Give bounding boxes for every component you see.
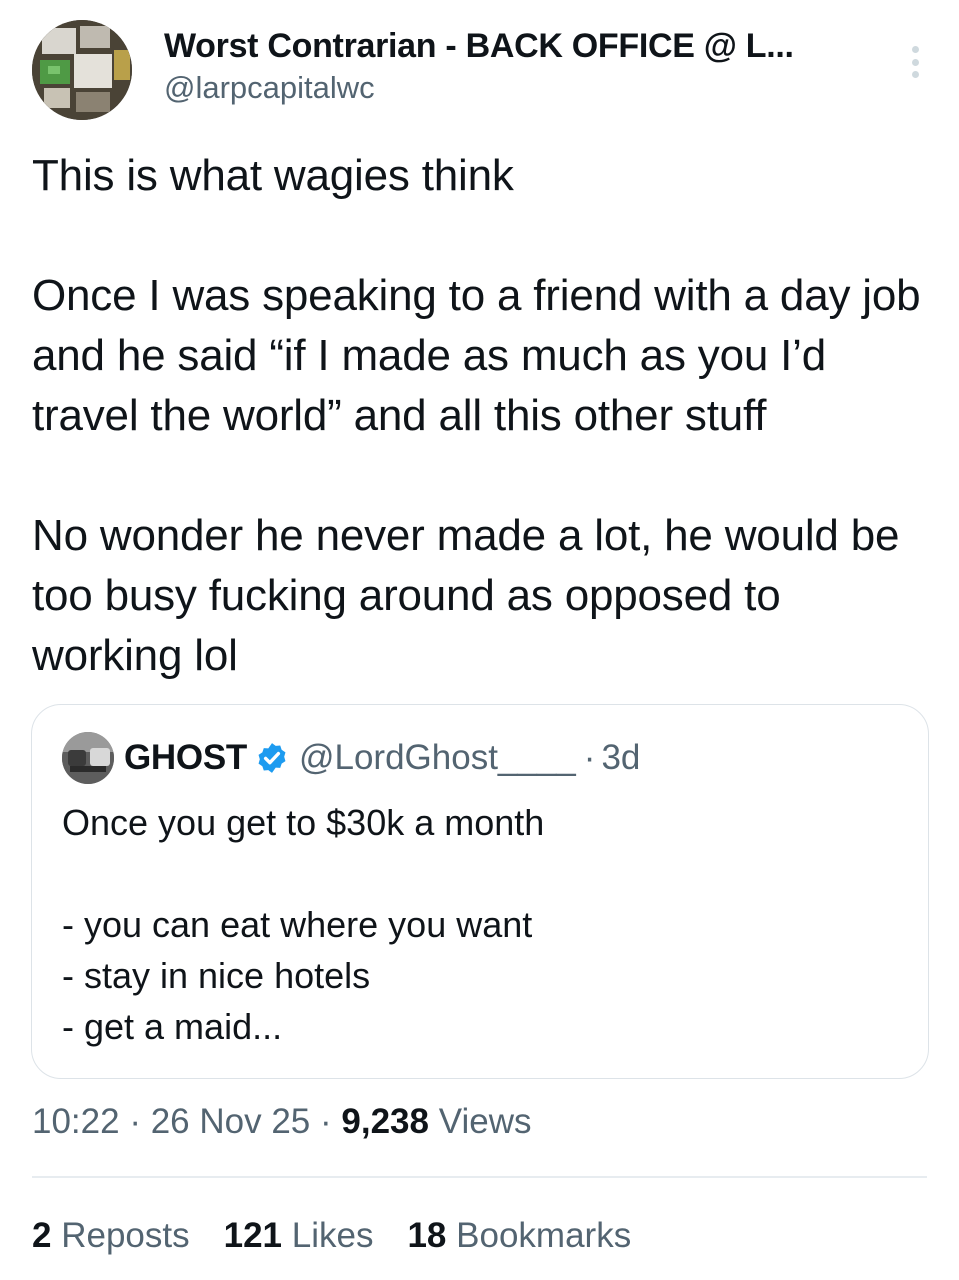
quoted-display-name: GHOST — [124, 738, 247, 777]
quoted-author-avatar — [62, 732, 114, 784]
likes-label: Likes — [291, 1216, 374, 1255]
views-label: Views — [438, 1102, 532, 1141]
tweet-meta: 10:22 · 26 Nov 25 · 9,238 Views — [32, 1098, 531, 1146]
author-names: Worst Contrarian - BACK OFFICE @ L... @l… — [164, 26, 864, 108]
author-avatar-image — [32, 20, 132, 120]
bookmarks-count: 18 — [407, 1216, 447, 1255]
bookmarks-label: Bookmarks — [456, 1216, 632, 1255]
meta-separator: · — [129, 1102, 141, 1141]
quoted-avatar-image — [62, 732, 114, 784]
tweet-text: This is what wagies think Once I was spe… — [32, 151, 921, 680]
quoted-tweet-text: Once you get to $30k a month - you can e… — [62, 802, 545, 1047]
reposts-label: Reposts — [61, 1216, 190, 1255]
author-handle[interactable]: @larpcapitalwc — [164, 68, 864, 108]
tweet-date[interactable]: 26 Nov 25 — [151, 1102, 311, 1141]
reposts-stat[interactable]: 2 Reposts — [32, 1212, 190, 1260]
verified-badge-icon — [255, 741, 289, 775]
quoted-tweet-header: GHOST @LordGhost____ · 3d — [62, 732, 641, 784]
quoted-age: 3d — [601, 738, 641, 777]
likes-stat[interactable]: 121 Likes — [224, 1212, 374, 1260]
quoted-handle: @LordGhost____ — [298, 738, 576, 777]
more-vertical-icon — [911, 46, 919, 53]
meta-separator: · — [320, 1102, 332, 1141]
quoted-tweet-card[interactable]: GHOST @LordGhost____ · 3d Once you get t… — [31, 704, 929, 1079]
bookmarks-stat[interactable]: 18 Bookmarks — [407, 1212, 631, 1260]
reposts-count: 2 — [32, 1216, 52, 1255]
author-display-name[interactable]: Worst Contrarian - BACK OFFICE @ L... — [164, 26, 864, 66]
likes-count: 121 — [223, 1216, 283, 1255]
engagement-stats: 2 Reposts 121 Likes 18 Bookmarks — [32, 1212, 665, 1260]
tweet-header: Worst Contrarian - BACK OFFICE @ L... @l… — [32, 20, 927, 124]
more-options-button[interactable] — [903, 42, 927, 82]
divider — [32, 1176, 927, 1178]
tweet-time[interactable]: 10:22 — [32, 1102, 120, 1141]
quoted-separator: · — [583, 738, 596, 777]
author-avatar[interactable] — [32, 20, 132, 120]
views-count: 9,238 — [341, 1102, 429, 1141]
